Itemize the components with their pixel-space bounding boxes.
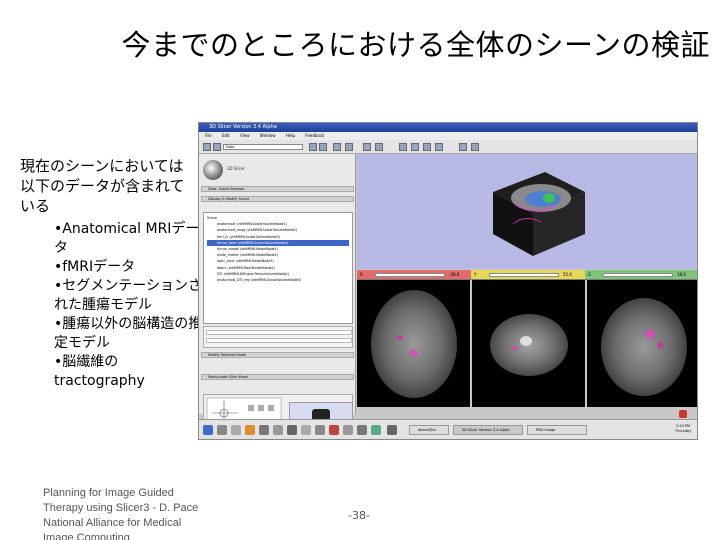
app-icon[interactable]	[301, 425, 311, 435]
footer-citation: Planning for Image Guided Therapy using …	[43, 487, 199, 540]
taskbar-terminal[interactable]: dpace@ns	[409, 425, 449, 435]
green-slice-view[interactable]	[587, 280, 697, 407]
slicer-logo-icon	[203, 160, 223, 180]
slide: 今までのところにおける全体のシーンの検証 現在のシーンにおいては以下のデータが含…	[0, 0, 720, 540]
slicer-screenshot: 3D Slicer Version 3.4 Alpha File Edit Vi…	[198, 122, 698, 440]
layout-fourup-icon[interactable]	[411, 143, 419, 151]
app-icon[interactable]	[287, 425, 297, 435]
green-view-label: G	[588, 272, 592, 277]
app-icon[interactable]	[371, 425, 381, 435]
node-properties	[203, 326, 353, 348]
green-slice-value: 18.6	[677, 272, 686, 277]
section-header[interactable]: Data: Scene Browser	[201, 186, 354, 192]
section-header[interactable]: Manipulate Slice Views	[201, 374, 354, 380]
launcher-icon[interactable]	[203, 425, 213, 435]
module-select[interactable]: Data	[223, 144, 303, 150]
fmri-activation	[512, 346, 518, 350]
page-number: -38-	[348, 509, 370, 522]
menu-bar: File Edit View Window Help Feedback	[199, 132, 697, 140]
menu-window[interactable]: Window	[260, 133, 276, 138]
3d-brain-render	[493, 172, 585, 256]
taskbar-slicer[interactable]: 3D Slicer Version 3.4 Alpha	[453, 425, 523, 435]
tumor-region	[520, 336, 532, 346]
clock: 2:20 PM Thursday	[674, 424, 692, 433]
taskbar: dpace@ns 3D Slicer Version 3.4 Alpha PNG…	[199, 410, 697, 439]
green-slice-slider[interactable]	[603, 273, 673, 277]
app-icon[interactable]	[315, 425, 325, 435]
yellow-view-bar: Y 55.6	[471, 270, 585, 280]
menu-file[interactable]: File	[205, 133, 212, 138]
app-icon[interactable]	[343, 425, 353, 435]
redo-icon[interactable]	[471, 143, 479, 151]
id-field[interactable]	[206, 338, 352, 343]
bullet-list: •Anatomical MRIデータ •fMRIデータ •セグメンテーションされ…	[54, 220, 204, 391]
intro-text: 現在のシーンにおいては以下のデータが含まれている	[20, 157, 185, 215]
menu-feedback[interactable]: Feedback	[305, 133, 324, 138]
toolbar-right	[359, 140, 697, 154]
layout-conventional-icon[interactable]	[399, 143, 407, 151]
layout-3d-icon[interactable]	[423, 143, 431, 151]
coronal-brain-image	[601, 298, 687, 396]
undo-icon[interactable]	[459, 143, 467, 151]
next-module-icon[interactable]	[319, 143, 327, 151]
section-header[interactable]: Display & Modify Scene	[201, 196, 354, 202]
logo-text: 3D Slicer	[227, 166, 245, 171]
bullet-item: •腫瘍以外の脳構造の推定モデル	[54, 316, 203, 351]
fmri-activation	[657, 342, 664, 348]
pick-icon[interactable]	[363, 143, 371, 151]
app-icon[interactable]	[329, 425, 339, 435]
toolbar: Data	[199, 140, 359, 154]
menu-view[interactable]: View	[240, 133, 250, 138]
red-slice-value: -38.0	[449, 272, 460, 277]
axial-brain-image	[371, 290, 457, 398]
close-icon[interactable]	[679, 410, 687, 418]
red-slice-slider[interactable]	[375, 273, 445, 277]
mrml-tree: Scene anatomical (vtkMRMLScalarVolumeNod…	[203, 212, 353, 324]
bullet-item: •fMRIデータ	[54, 259, 136, 275]
section-header[interactable]: Modify Selected Node	[201, 352, 354, 358]
red-view-label: R	[360, 272, 363, 277]
app-icon[interactable]	[217, 425, 227, 435]
app-icon[interactable]	[259, 425, 269, 435]
yellow-slice-slider[interactable]	[489, 273, 559, 277]
yellow-view-label: Y	[474, 272, 477, 277]
fmri-activation	[645, 330, 655, 338]
menu-edit[interactable]: Edit	[222, 133, 230, 138]
bullet-item: •Anatomical MRIデータ	[54, 221, 200, 256]
app-icon[interactable]	[387, 425, 397, 435]
yellow-slice-value: 55.6	[563, 272, 572, 277]
view-icon[interactable]	[345, 143, 353, 151]
tree-root[interactable]: Scene	[207, 216, 217, 220]
module-panel: 3D Slicer Data: Scene Browser Display & …	[199, 154, 356, 432]
app-icon[interactable]	[357, 425, 367, 435]
place-icon[interactable]	[375, 143, 383, 151]
slide-title: 今までのところにおける全体のシーンの検証	[121, 28, 710, 62]
app-icon[interactable]	[273, 425, 283, 435]
data-icon[interactable]	[213, 143, 221, 151]
layout-red-icon[interactable]	[435, 143, 443, 151]
fmri-activation	[397, 335, 403, 340]
menu-help[interactable]: Help	[286, 133, 295, 138]
3d-view[interactable]	[357, 154, 697, 269]
tree-item[interactable]: anatomical_DTI_reg (vtkMRMLScalarVolumeN…	[207, 277, 349, 283]
browser-icon[interactable]	[245, 425, 255, 435]
prev-module-icon[interactable]	[309, 143, 317, 151]
red-slice-view[interactable]	[357, 280, 470, 407]
red-view-bar: R -38.0	[357, 270, 471, 280]
bullet-item: •脳繊維のtractography	[54, 354, 145, 389]
yellow-slice-view[interactable]	[472, 280, 585, 407]
taskbar-image[interactable]: PNG image	[527, 425, 587, 435]
green-view-bar: G 18.6	[585, 270, 697, 280]
window-title: 3D Slicer Version 3.4 Alpha	[199, 123, 697, 132]
name-field[interactable]	[206, 330, 352, 335]
layout-icon[interactable]	[333, 143, 341, 151]
fmri-activation	[409, 350, 418, 356]
bullet-item: •セグメンテーションされた腫瘍モデル	[54, 278, 202, 313]
app-icon[interactable]	[231, 425, 241, 435]
home-icon[interactable]	[203, 143, 211, 151]
